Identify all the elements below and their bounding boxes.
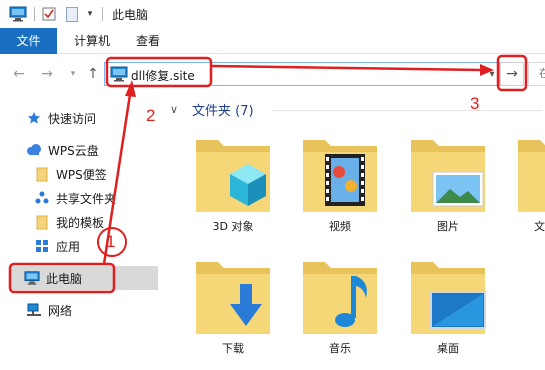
sidebar-item-label: 应用 xyxy=(56,239,81,254)
title-bar: ▾ 此电脑 xyxy=(0,0,545,28)
arrow-right-icon: → xyxy=(506,66,518,82)
go-button[interactable]: → xyxy=(500,62,524,86)
share-icon xyxy=(34,190,50,206)
apps-icon xyxy=(34,238,50,254)
sidebar-item-apps[interactable]: 应用 xyxy=(34,234,80,258)
content-pane: ∨ 文件夹 (7) 3D 对象 视频 图片 文 下载 音乐 桌面 xyxy=(160,94,545,370)
folder-videos[interactable]: 视频 xyxy=(297,132,383,244)
folder-icon xyxy=(34,214,50,230)
sidebar-item-network[interactable]: 网络 xyxy=(26,298,72,322)
folders-group-header[interactable]: ∨ 文件夹 (7) xyxy=(170,100,254,119)
pictures-icon xyxy=(411,140,485,212)
sidebar-item-label: 网络 xyxy=(48,303,73,318)
sidebar-item-wps-notes[interactable]: WPS便签 xyxy=(34,162,107,186)
chevron-down-icon: ∨ xyxy=(170,103,179,116)
navigation-bar: ← → ▾ ↑ dll修复.site ▾ → 在 xyxy=(0,54,545,94)
step-number-3: 3 xyxy=(470,94,480,113)
separator xyxy=(34,7,35,21)
video-icon xyxy=(303,140,377,212)
documents-icon xyxy=(518,140,545,212)
step-number-2: 2 xyxy=(146,106,156,125)
up-arrow-icon[interactable]: ↑ xyxy=(84,64,102,84)
sidebar-item-my-templates[interactable]: 我的模板 xyxy=(34,210,104,234)
folder-3d-objects[interactable]: 3D 对象 xyxy=(190,132,276,244)
star-icon xyxy=(26,110,42,126)
folder-icon xyxy=(34,166,50,182)
recent-locations-icon[interactable]: ▾ xyxy=(64,64,82,84)
computer-icon[interactable] xyxy=(8,5,28,23)
folder-label: 视频 xyxy=(329,220,351,233)
network-icon xyxy=(26,302,42,318)
ribbon-tabs: 文件 计算机 查看 xyxy=(0,28,545,54)
folder-downloads[interactable]: 下载 xyxy=(190,254,276,366)
back-arrow-icon[interactable]: ← xyxy=(10,64,28,84)
group-title: 文件夹 (7) xyxy=(192,104,254,119)
checkbox-icon[interactable] xyxy=(40,5,58,23)
folder-label: 3D 对象 xyxy=(212,220,254,233)
dropdown-arrow-icon[interactable]: ▾ xyxy=(84,5,96,23)
tab-computer[interactable]: 计算机 xyxy=(64,28,120,54)
sidebar-item-wps-cloud[interactable]: WPS云盘 xyxy=(26,138,99,162)
forward-arrow-icon[interactable]: → xyxy=(38,64,56,84)
folder-label: 音乐 xyxy=(329,342,351,355)
folder-label: 桌面 xyxy=(437,342,459,355)
folder-label: 下载 xyxy=(222,342,244,355)
sidebar-item-shared-folder[interactable]: 共享文件夹 xyxy=(34,186,116,210)
address-input[interactable]: dll修复.site xyxy=(131,67,195,84)
sidebar-item-label: 快速访问 xyxy=(48,111,97,126)
3d-objects-icon xyxy=(196,140,270,212)
cloud-icon xyxy=(26,142,42,158)
folder-music[interactable]: 音乐 xyxy=(297,254,383,366)
folder-label: 图片 xyxy=(437,220,459,233)
desktop-icon xyxy=(411,262,486,334)
music-icon xyxy=(303,262,377,334)
tab-file[interactable]: 文件 xyxy=(0,28,57,54)
address-bar[interactable]: dll修复.site ▾ xyxy=(104,62,500,86)
tab-view[interactable]: 查看 xyxy=(128,28,168,54)
blank-doc-icon[interactable] xyxy=(64,5,80,23)
folder-pictures[interactable]: 图片 xyxy=(405,132,491,244)
sidebar-item-label: 我的模板 xyxy=(56,215,105,230)
navigation-pane: 快速访问 WPS云盘 WPS便签 共享文件夹 我的模板 应用 此电脑 网络 xyxy=(0,94,160,370)
divider xyxy=(272,110,542,111)
sidebar-item-quick-access[interactable]: 快速访问 xyxy=(26,106,96,130)
sidebar-item-this-pc[interactable]: 此电脑 xyxy=(10,266,158,290)
chevron-down-icon[interactable]: ▾ xyxy=(485,65,499,83)
sidebar-item-label: 共享文件夹 xyxy=(56,191,117,206)
sidebar-item-label: WPS便签 xyxy=(56,167,107,182)
computer-icon xyxy=(24,270,40,286)
sidebar-item-label: 此电脑 xyxy=(46,271,83,286)
folder-desktop[interactable]: 桌面 xyxy=(405,254,491,366)
folder-documents[interactable]: 文 xyxy=(512,132,545,244)
search-input[interactable]: 在 xyxy=(528,62,545,86)
step-number-1: 1 xyxy=(106,232,116,251)
folder-label: 文 xyxy=(534,220,545,233)
computer-icon xyxy=(110,66,128,85)
window-title: 此电脑 xyxy=(112,8,149,22)
download-icon xyxy=(196,262,270,334)
separator xyxy=(102,7,103,21)
sidebar-item-label: WPS云盘 xyxy=(48,143,99,158)
